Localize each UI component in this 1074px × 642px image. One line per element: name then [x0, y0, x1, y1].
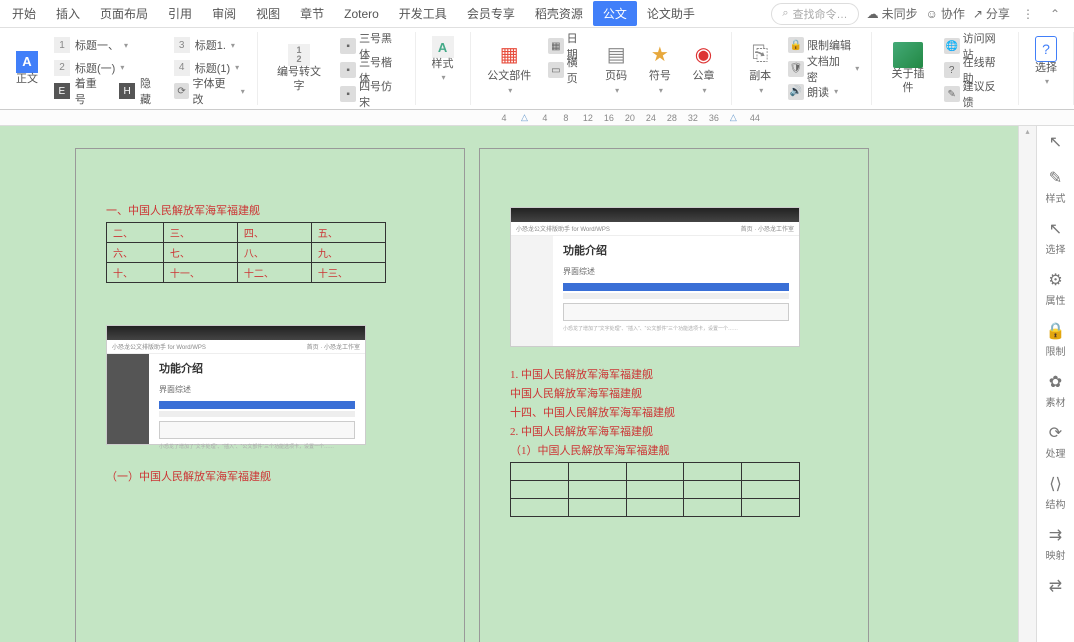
side-process[interactable]: ⟳处理	[1046, 423, 1066, 460]
menu-daoker[interactable]: 稻壳资源	[525, 1, 593, 26]
font-icon: ▪	[340, 86, 356, 102]
page-2: 小恐龙公文排版助手 for Word/WPS首页 · 小恐龙工作室 功能介绍 界…	[479, 148, 869, 642]
side-material[interactable]: ✿素材	[1046, 372, 1066, 409]
gongzhang-button[interactable]: ◉公章▾	[682, 34, 726, 103]
sliders-icon: ⚙	[1048, 270, 1062, 290]
fuben-icon: ⎘	[746, 40, 774, 68]
ribbon: A 正文 1标题一、▾ 2标题(一)▾ E着重号 H隐藏 3标题1.▾ 4标题(…	[0, 28, 1074, 110]
side-select[interactable]: ↖选择	[1046, 219, 1066, 256]
menu-chapter[interactable]: 章节	[290, 1, 334, 26]
bianhao-icon: 12	[288, 44, 310, 66]
menu-gongwen[interactable]: 公文	[593, 1, 637, 26]
refresh-icon: ⟳	[1049, 423, 1062, 443]
zhengwen-icon: A	[16, 51, 38, 73]
search-icon: ⌕	[782, 7, 788, 20]
feedback-button[interactable]: ✎建议反馈	[938, 76, 1012, 112]
paragraph-text[interactable]: 1. 中国人民解放军海军福建舰	[510, 366, 838, 382]
paragraph-text[interactable]: 2. 中国人民解放军海军福建舰	[510, 423, 838, 439]
side-mapping[interactable]: ⇉映射	[1046, 525, 1066, 562]
menu-review[interactable]: 审阅	[202, 1, 246, 26]
structure-icon: ⟨⟩	[1049, 474, 1061, 494]
side-structure[interactable]: ⟨⟩结构	[1046, 474, 1066, 511]
font-change-button[interactable]: ⟳字体更改▾	[168, 73, 251, 109]
scroll-up-icon[interactable]: ▴	[1019, 126, 1036, 138]
menu-devtools[interactable]: 开发工具	[389, 1, 457, 26]
unsynced-button[interactable]: ☁未同步	[867, 5, 918, 22]
share-icon: ↗	[973, 7, 983, 21]
side-style[interactable]: ✎样式	[1046, 168, 1066, 205]
stamp-icon: ◉	[690, 40, 718, 68]
style-icon: A	[432, 36, 454, 58]
font-4s-button[interactable]: ▪四号仿宋	[334, 76, 408, 112]
side-bottom[interactable]: ⇄	[1049, 576, 1062, 598]
collapse-ribbon-icon[interactable]: ⌃	[1046, 5, 1064, 23]
select-button[interactable]: ?选择▾	[1025, 34, 1067, 90]
doc-table-2[interactable]	[510, 462, 800, 517]
yema-button[interactable]: ▤页码▾	[594, 34, 638, 103]
fuhao-button[interactable]: ★符号▾	[638, 34, 682, 103]
heading-text[interactable]: 一、中国人民解放军海军福建舰	[106, 202, 434, 218]
cloud-icon: ☁	[867, 7, 879, 21]
zhengwen-style-button[interactable]: A 正文	[6, 34, 48, 103]
mapping-icon: ⇉	[1049, 525, 1062, 545]
more-icon[interactable]: ⋮	[1018, 5, 1038, 23]
collab-button[interactable]: ☺协作	[926, 5, 965, 22]
menu-layout[interactable]: 页面布局	[90, 1, 158, 26]
gongwen-parts-button[interactable]: ▦公文部件▾	[477, 34, 542, 103]
menu-start[interactable]: 开始	[2, 1, 46, 26]
menu-insert[interactable]: 插入	[46, 1, 90, 26]
yema-icon: ▤	[602, 40, 630, 68]
plugin-icon	[893, 42, 923, 68]
document-canvas[interactable]: 📋 一、中国人民解放军海军福建舰 二、三、四、五、 六、七、八、九、 十、十一、…	[0, 126, 1018, 642]
font-change-icon: ⟳	[174, 83, 190, 99]
share-button[interactable]: ↗分享	[973, 5, 1010, 22]
doc-table-1[interactable]: 二、三、四、五、 六、七、八、九、 十、十一、十二、十三、	[106, 222, 386, 283]
menu-thesis[interactable]: 论文助手	[637, 1, 705, 26]
side-props[interactable]: ⚙属性	[1046, 270, 1066, 307]
paragraph-text[interactable]: （1）中国人民解放军海军福建舰	[510, 442, 838, 458]
read-button[interactable]: 🔊朗读▾	[782, 82, 844, 102]
bianhao-button[interactable]: 12 编号转文字	[264, 34, 334, 103]
paragraph-text[interactable]: 十四、中国人民解放军海军福建舰	[510, 404, 838, 420]
workspace: 📋 一、中国人民解放军海军福建舰 二、三、四、五、 六、七、八、九、 十、十一、…	[0, 126, 1074, 642]
person-icon: ☺	[926, 7, 938, 21]
embedded-image-1[interactable]: 小恐龙公文排版助手 for Word/WPS首页 · 小恐龙工作室 功能介绍 界…	[106, 325, 366, 445]
horizontal-ruler[interactable]: 4△ 48 1216 2024 2832 36△ 44	[0, 110, 1074, 126]
cursor-icon: ↖	[1049, 219, 1062, 239]
emphasis-button[interactable]: E着重号	[48, 73, 113, 109]
material-icon: ✿	[1049, 372, 1062, 392]
hengye-button[interactable]: ▭横页	[542, 52, 594, 88]
menu-bar: 开始 插入 页面布局 引用 审阅 视图 章节 Zotero 开发工具 会员专享 …	[0, 0, 1074, 28]
page-1: 一、中国人民解放军海军福建舰 二、三、四、五、 六、七、八、九、 十、十一、十二…	[75, 148, 465, 642]
right-side-panel: ↖ ✎样式 ↖选择 ⚙属性 🔒限制 ✿素材 ⟳处理 ⟨⟩结构 ⇉映射 ⇄	[1036, 126, 1074, 642]
menu-member[interactable]: 会员专享	[457, 1, 525, 26]
paragraph-text[interactable]: （一）中国人民解放军海军福建舰	[106, 468, 434, 484]
search-commands-input[interactable]: ⌕查找命令…	[771, 3, 858, 25]
about-plugin-button[interactable]: 关于插件	[878, 34, 938, 103]
vertical-scrollbar[interactable]: ▴	[1018, 126, 1036, 642]
fuben-button[interactable]: ⎘副本▾	[738, 34, 782, 103]
side-limit[interactable]: 🔒限制	[1046, 321, 1066, 358]
pencil-icon: ✎	[1049, 168, 1062, 188]
feedback-icon: ✎	[944, 86, 960, 102]
encrypt-icon: 🛡	[788, 61, 804, 77]
side-cursor-icon[interactable]: ↖	[1049, 132, 1062, 154]
lock-icon: 🔒	[1046, 321, 1066, 341]
paragraph-text[interactable]: 中国人民解放军海军福建舰	[510, 385, 838, 401]
star-icon: ★	[646, 40, 674, 68]
style-button[interactable]: A样式▾	[422, 34, 464, 86]
menu-ref[interactable]: 引用	[158, 1, 202, 26]
embedded-image-2[interactable]: 小恐龙公文排版助手 for Word/WPS首页 · 小恐龙工作室 功能介绍 界…	[510, 207, 800, 347]
menu-view[interactable]: 视图	[246, 1, 290, 26]
hide-button[interactable]: H隐藏	[113, 73, 167, 109]
title1-button[interactable]: 1标题一、▾	[48, 35, 134, 55]
title11-button[interactable]: 3标题1.▾	[168, 35, 241, 55]
menu-zotero[interactable]: Zotero	[334, 3, 389, 25]
gongwen-parts-icon: ▦	[495, 40, 523, 68]
transfer-icon: ⇄	[1049, 576, 1062, 596]
hengye-icon: ▭	[548, 62, 564, 78]
question-icon: ?	[1035, 36, 1057, 62]
speaker-icon: 🔊	[788, 84, 804, 100]
